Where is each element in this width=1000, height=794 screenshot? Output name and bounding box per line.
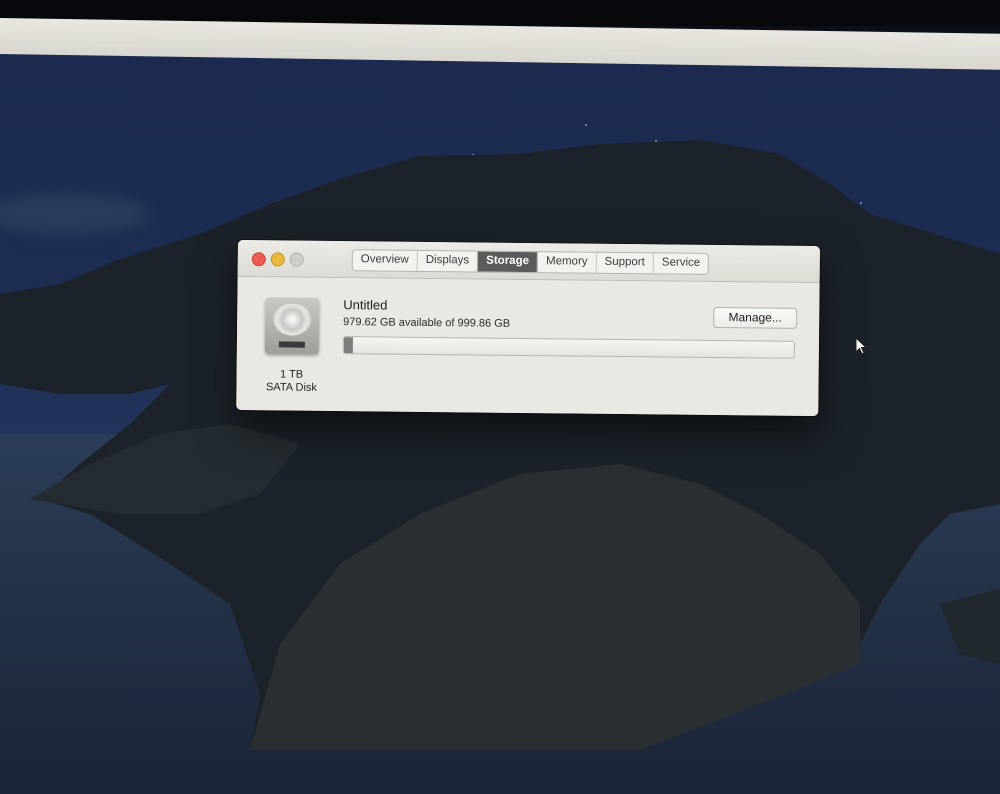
disk-type: SATA Disk: [265, 381, 317, 394]
storage-used-fill: [343, 337, 353, 354]
disk-size: 1 TB: [280, 368, 304, 381]
tab-overview[interactable]: Overview: [352, 250, 418, 271]
storage-usage-bar: [342, 336, 795, 359]
minimize-button[interactable]: [270, 252, 285, 267]
tab-bar: Overview Displays Storage Memory Support…: [351, 249, 710, 275]
tab-memory[interactable]: Memory: [537, 252, 597, 273]
about-this-mac-window: Overview Displays Storage Memory Support…: [236, 240, 820, 417]
mouse-pointer-icon: [855, 337, 867, 355]
hard-drive-icon: [264, 297, 320, 354]
tab-support[interactable]: Support: [596, 252, 654, 274]
tab-storage[interactable]: Storage: [478, 251, 539, 273]
storage-panel: 1 TB SATA Disk Untitled 979.62 GB availa…: [236, 276, 820, 417]
manage-button[interactable]: Manage...: [713, 306, 798, 329]
close-button[interactable]: [251, 252, 266, 267]
volume-name: Untitled: [343, 297, 388, 313]
zoom-button[interactable]: [289, 252, 304, 267]
title-bar: Overview Displays Storage Memory Support…: [237, 240, 820, 284]
tab-displays[interactable]: Displays: [417, 250, 479, 272]
tab-service[interactable]: Service: [654, 253, 709, 274]
volume-availability: 979.62 GB available of 999.86 GB: [343, 316, 511, 330]
